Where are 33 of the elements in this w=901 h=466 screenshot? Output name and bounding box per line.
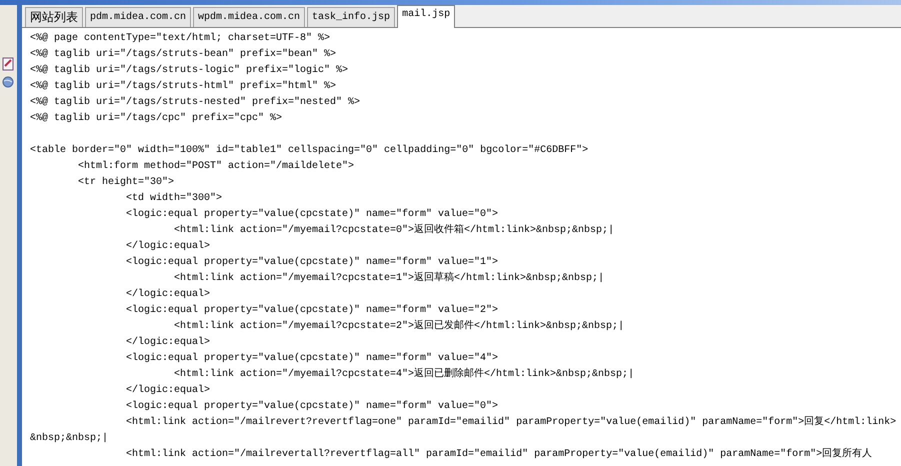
editor-tab[interactable]: pdm.midea.com.cn	[85, 7, 192, 27]
code-line: </logic:equal>	[125, 385, 210, 396]
code-line: <tr height="30">	[77, 177, 174, 188]
code-line: <logic:equal property="value(cpcstate)" name="form" value="2">	[125, 305, 498, 316]
code-line: <td width="300">	[125, 193, 222, 204]
editor-tab[interactable]: mail.jsp	[397, 5, 456, 28]
code-line: <%@ taglib uri="/tags/cpc" prefix="cpc" %>	[30, 113, 282, 124]
code-line: <html:link action="/myemail?cpcstate=4">返回已删除邮件</html:link>&nbsp;&nbsp;|	[173, 369, 634, 380]
code-line: <%@ page contentType="text/html; charset=UTF-8" %>	[30, 33, 330, 44]
code-line: <html:link action="/myemail?cpcstate=1">返回草稿</html:link>&nbsp;&nbsp;|	[173, 273, 604, 284]
code-line: </logic:equal>	[125, 337, 210, 348]
globe-icon	[2, 76, 14, 88]
code-line: &nbsp;&nbsp;|	[30, 433, 108, 444]
code-line: </logic:equal>	[125, 289, 210, 300]
code-line: <logic:equal property="value(cpcstate)" name="form" value="1">	[125, 257, 498, 268]
editor-tab[interactable]: wpdm.midea.com.cn	[193, 7, 306, 27]
code-line: <html:link action="/mailrevertall?revertflag=all" paramId="emailid" paramProperty="value(emailid)" paramName="form">回复所有人	[125, 449, 872, 460]
code-line: <html:link action="/myemail?cpcstate=2">返回已发邮件</html:link>&nbsp;&nbsp;|	[173, 321, 624, 332]
code-line: </logic:equal>	[125, 241, 210, 252]
code-line: <html:link action="/myemail?cpcstate=0">返回收件箱</html:link>&nbsp;&nbsp;|	[173, 225, 614, 236]
code-line: <logic:equal property="value(cpcstate)" name="form" value="0">	[125, 401, 498, 412]
code-line: <%@ taglib uri="/tags/struts-html" prefix="html" %>	[30, 81, 336, 92]
code-line: <%@ taglib uri="/tags/struts-bean" prefix="bean" %>	[30, 49, 336, 60]
editor-tab[interactable]: 网站列表	[25, 7, 83, 27]
editor-tab[interactable]: task_info.jsp	[307, 7, 396, 27]
code-line: <%@ taglib uri="/tags/struts-nested" prefix="nested" %>	[30, 97, 360, 108]
code-line: <table border="0" width="100%" id="table1" cellspacing="0" cellpadding="0" bgcolor="#C6DBFF">	[30, 145, 588, 156]
code-line: <html:form method="POST" action="/maildelete">	[77, 161, 354, 172]
code-line: <%@ taglib uri="/tags/struts-logic" prefix="logic" %>	[30, 65, 348, 76]
code-line: <html:link action="/mailrevert?revertflag=one" paramId="emailid" paramProperty="value(emailid)" paramName="form">回复</html:link>	[125, 417, 896, 428]
code-line: <logic:equal property="value(cpcstate)" name="form" value="0">	[125, 209, 498, 220]
code-line: <logic:equal property="value(cpcstate)" name="form" value="4">	[125, 353, 498, 364]
document-icon	[2, 57, 14, 71]
